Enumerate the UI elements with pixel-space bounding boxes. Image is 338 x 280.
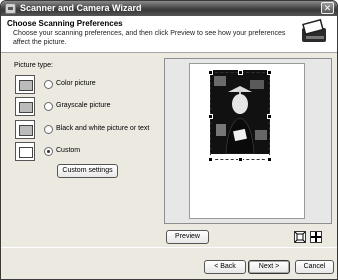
preview-panel (164, 58, 332, 224)
color-picture-icon (15, 75, 35, 94)
grayscale-picture-icon (15, 97, 35, 116)
option-custom[interactable]: Custom (15, 142, 165, 162)
title-bar[interactable]: Scanner and Camera Wizard ✕ (1, 1, 337, 16)
grayscale-picture-radio[interactable] (44, 102, 53, 111)
black-white-picture-icon (15, 120, 35, 139)
header-subtitle: Choose your scanning preferences, and th… (13, 30, 286, 46)
custom-settings-icon (15, 142, 35, 161)
scan-page (189, 63, 305, 219)
black-white-label[interactable]: Black and white picture or text (56, 125, 149, 132)
option-black-white[interactable]: Black and white picture or text (15, 120, 165, 140)
crop-handle-top-left[interactable] (208, 70, 213, 75)
crop-handle-top-right[interactable] (267, 70, 272, 75)
crop-selection[interactable] (208, 70, 272, 162)
option-color-picture[interactable]: Color picture (15, 75, 165, 95)
footer-separator (1, 247, 337, 248)
back-button[interactable]: < Back (204, 260, 246, 274)
crop-icon[interactable] (310, 231, 322, 243)
wizard-window: Scanner and Camera Wizard ✕ Choose Scann… (0, 0, 338, 280)
next-button[interactable]: Next > (248, 260, 290, 274)
window-title: Scanner and Camera Wizard (20, 3, 142, 13)
wizard-header: Choose Scanning Preferences Choose your … (1, 16, 337, 53)
close-button[interactable]: ✕ (321, 2, 334, 14)
scanner-wizard-icon (302, 18, 326, 42)
color-picture-radio[interactable] (44, 80, 53, 89)
crop-handle-left[interactable] (208, 114, 213, 119)
preview-button[interactable]: Preview (166, 230, 209, 244)
crop-handle-top[interactable] (238, 70, 243, 75)
cancel-button[interactable]: Cancel (295, 260, 334, 274)
custom-settings-button[interactable]: Custom settings (57, 164, 118, 178)
picture-type-label: Picture type: (14, 62, 53, 69)
crop-handle-bottom-right[interactable] (267, 157, 272, 162)
crop-handle-bottom[interactable] (238, 157, 243, 162)
grayscale-picture-label[interactable]: Grayscale picture (56, 102, 110, 109)
crop-handle-right[interactable] (267, 114, 272, 119)
scanner-app-icon (5, 3, 16, 14)
black-white-radio[interactable] (44, 125, 53, 134)
crop-handle-bottom-left[interactable] (208, 157, 213, 162)
custom-label[interactable]: Custom (56, 147, 80, 154)
header-title: Choose Scanning Preferences (7, 19, 123, 28)
color-picture-label[interactable]: Color picture (56, 80, 96, 87)
fit-to-window-icon[interactable] (294, 231, 306, 243)
custom-radio[interactable] (44, 147, 53, 156)
option-grayscale-picture[interactable]: Grayscale picture (15, 97, 165, 117)
